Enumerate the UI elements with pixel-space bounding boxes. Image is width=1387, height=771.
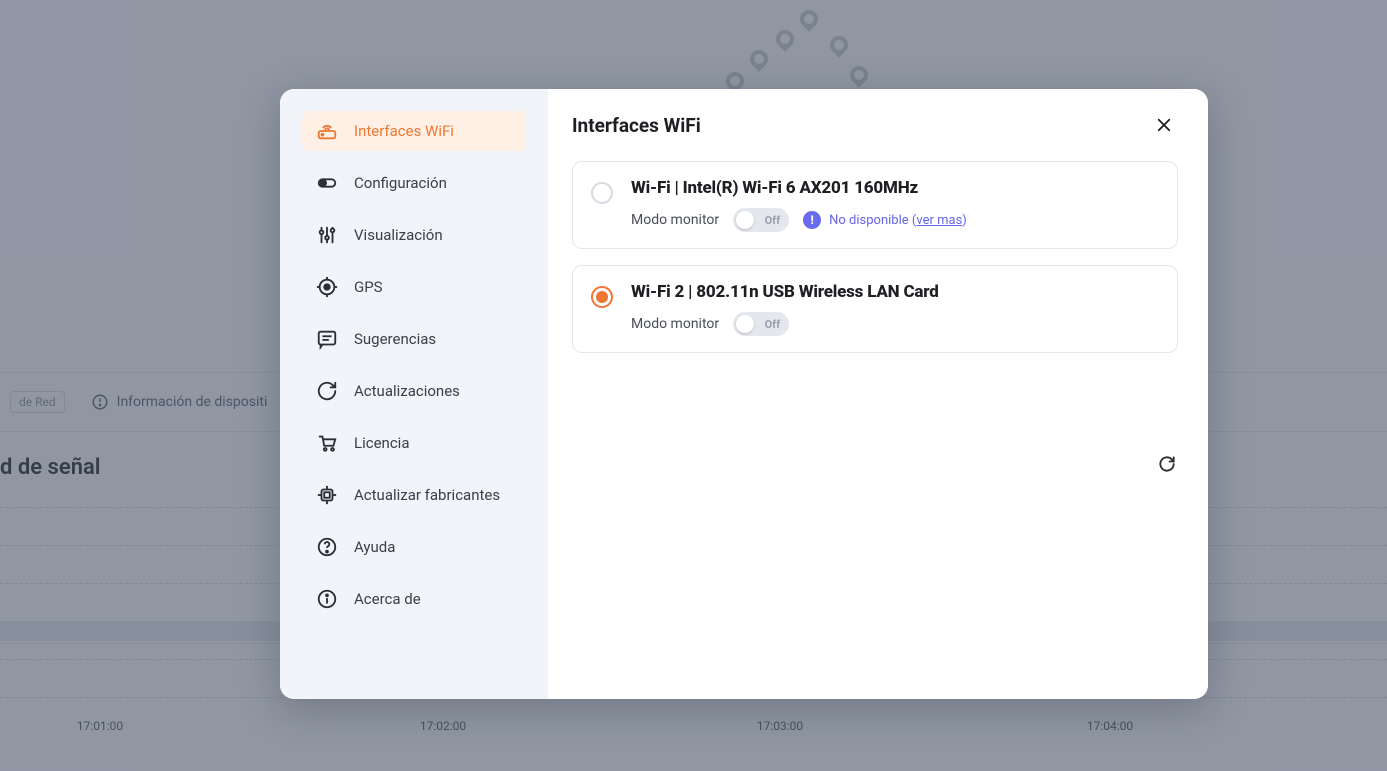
sidebar-item-gps[interactable]: GPS [302, 267, 526, 307]
interface-radio[interactable] [591, 182, 613, 204]
settings-modal: Interfaces WiFi Configuración Visualizac… [280, 89, 1208, 699]
settings-sidebar: Interfaces WiFi Configuración Visualizac… [280, 89, 548, 699]
sidebar-item-updates[interactable]: Actualizaciones [302, 371, 526, 411]
sidebar-item-label: Interfaces WiFi [354, 122, 454, 140]
sidebar-item-label: Acerca de [354, 590, 421, 608]
sidebar-item-label: Licencia [354, 434, 409, 452]
interface-radio[interactable] [591, 286, 613, 308]
sliders-icon [316, 224, 338, 246]
sidebar-item-label: Actualizar fabricantes [354, 486, 500, 504]
help-icon [316, 536, 338, 558]
panel-title: Interfaces WiFi [572, 114, 701, 137]
monitor-mode-label: Modo monitor [631, 316, 719, 332]
interface-title: Wi-Fi | Intel(R) Wi-Fi 6 AX201 160MHz [631, 178, 1159, 198]
sidebar-item-visualization[interactable]: Visualización [302, 215, 526, 255]
crosshair-icon [316, 276, 338, 298]
settings-panel: Interfaces WiFi Wi-Fi | Intel(R) Wi-Fi 6… [548, 89, 1208, 699]
sidebar-item-label: Configuración [354, 174, 447, 192]
sidebar-item-label: Sugerencias [354, 330, 436, 348]
sidebar-item-help[interactable]: Ayuda [302, 527, 526, 567]
interface-card[interactable]: Wi-Fi 2 | 802.11n USB Wireless LAN Card … [572, 265, 1178, 353]
interface-card[interactable]: Wi-Fi | Intel(R) Wi-Fi 6 AX201 160MHz Mo… [572, 161, 1178, 249]
toggle-icon [316, 172, 338, 194]
chat-icon [316, 328, 338, 350]
refresh-button[interactable] [1154, 451, 1180, 477]
sidebar-item-suggestions[interactable]: Sugerencias [302, 319, 526, 359]
monitor-mode-label: Modo monitor [631, 212, 719, 228]
monitor-mode-toggle[interactable]: Off [733, 208, 789, 232]
sidebar-item-update-vendors[interactable]: Actualizar fabricantes [302, 475, 526, 515]
monitor-mode-toggle[interactable]: Off [733, 312, 789, 336]
update-icon [316, 380, 338, 402]
sidebar-item-configuration[interactable]: Configuración [302, 163, 526, 203]
sidebar-item-license[interactable]: Licencia [302, 423, 526, 463]
sidebar-item-about[interactable]: Acerca de [302, 579, 526, 619]
chip-icon [316, 484, 338, 506]
sidebar-item-label: GPS [354, 278, 383, 296]
info-icon [316, 588, 338, 610]
sidebar-item-label: Ayuda [354, 538, 395, 556]
status-link[interactable]: ver mas [916, 213, 962, 228]
wifi-interface-icon [316, 120, 338, 142]
status-pill: ! No disponible (ver mas) [803, 211, 967, 229]
sidebar-item-label: Actualizaciones [354, 382, 460, 400]
alert-icon: ! [803, 211, 821, 229]
cart-icon [316, 432, 338, 454]
sidebar-item-wifi-interfaces[interactable]: Interfaces WiFi [302, 111, 526, 151]
interface-title: Wi-Fi 2 | 802.11n USB Wireless LAN Card [631, 282, 1159, 302]
status-text: No disponible [829, 213, 909, 228]
close-button[interactable] [1150, 111, 1178, 139]
sidebar-item-label: Visualización [354, 226, 443, 244]
